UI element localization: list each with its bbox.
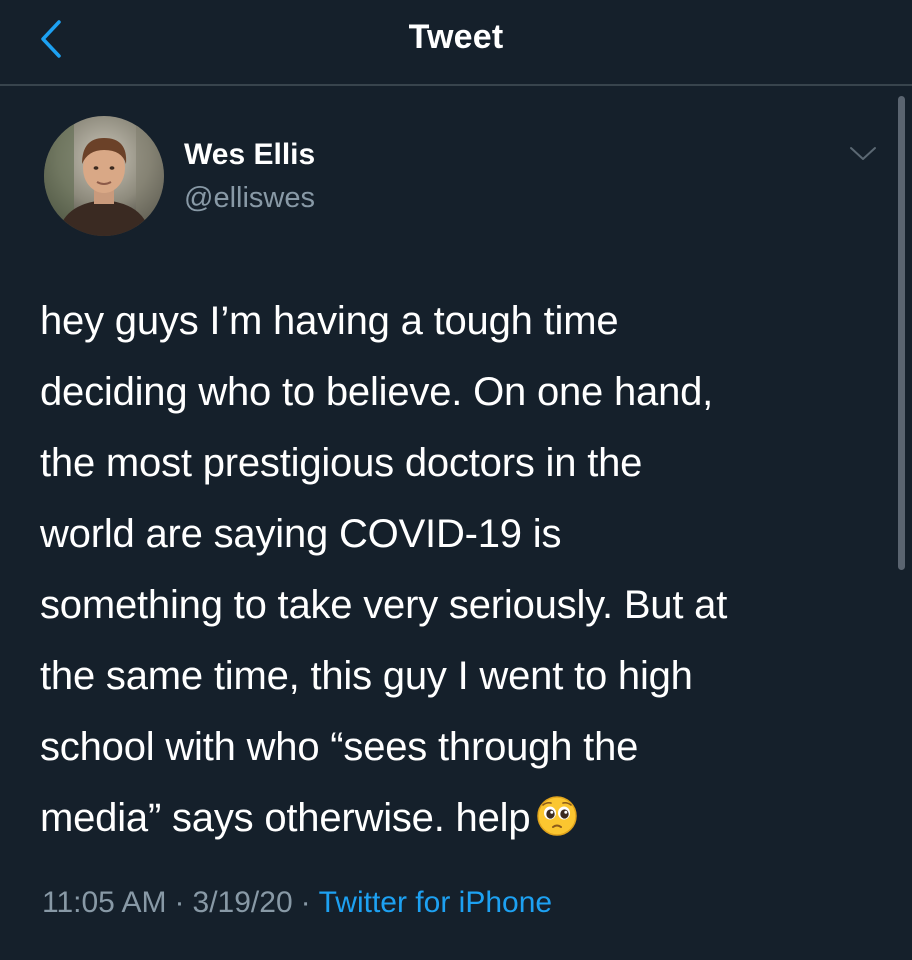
tweet-time: 11:05 AM bbox=[42, 886, 167, 919]
avatar-image bbox=[44, 116, 164, 236]
tweet-text: hey guys I’m having a tough time decidin… bbox=[40, 299, 728, 840]
tweet-date: 3/19/20 bbox=[192, 886, 293, 919]
scrollbar[interactable] bbox=[898, 96, 905, 570]
page-title: Tweet bbox=[408, 18, 504, 56]
chevron-down-icon bbox=[850, 147, 876, 160]
author-handle[interactable]: @elliswes bbox=[184, 182, 315, 215]
tweet-author: Wes Ellis @elliswes bbox=[44, 116, 876, 236]
tweet-menu-button[interactable] bbox=[846, 142, 880, 166]
separator: · bbox=[300, 886, 311, 919]
top-bar: Tweet bbox=[0, 0, 912, 86]
pleading-face-emoji bbox=[536, 789, 578, 860]
tweet-meta: 11:05 AM · 3/19/20 · Twitter for iPhone bbox=[42, 886, 552, 920]
avatar[interactable] bbox=[44, 116, 164, 236]
tweet-source-link[interactable]: Twitter for iPhone bbox=[319, 886, 552, 919]
tweet-text-block: hey guys I’m having a tough time decidin… bbox=[40, 286, 880, 860]
author-name[interactable]: Wes Ellis bbox=[184, 138, 315, 172]
separator: · bbox=[174, 886, 185, 919]
